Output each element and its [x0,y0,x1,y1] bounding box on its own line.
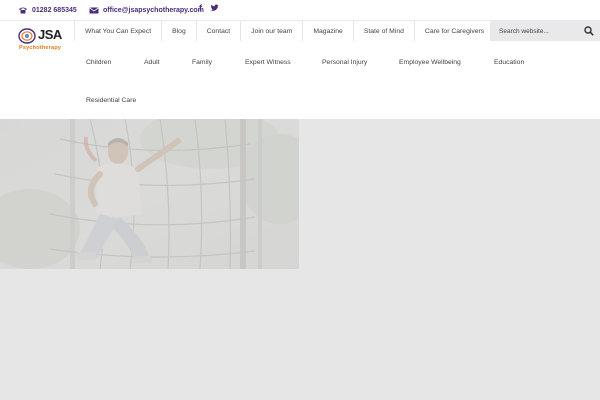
nav-adult[interactable]: Adult [144,59,160,66]
nav-family[interactable]: Family [192,59,212,66]
nav-join-our-team[interactable]: Join our team [240,21,302,41]
nav-magazine[interactable]: Magazine [302,21,352,41]
nav-what-you-can-expect[interactable]: What You Can Expect [74,21,161,41]
search-box [490,21,600,41]
logo-subtitle: Psychotherapy [19,45,62,51]
hero-image [0,119,299,269]
primary-nav: What You Can Expect Blog Contact Join ou… [74,21,496,41]
facebook-icon[interactable]: f [199,3,202,13]
nav-blog[interactable]: Blog [161,21,196,41]
nav-employee-wellbeing[interactable]: Employee Wellbeing [399,59,461,66]
search-icon [584,26,594,36]
child-climbing-photo [0,119,299,269]
envelope-icon [89,6,99,13]
top-contact-bar: 01282 685345 office@jsapsychotherapy.com… [0,0,600,21]
nav-contact[interactable]: Contact [195,21,240,41]
search-input[interactable] [490,21,578,41]
logo-text: JSA [38,27,62,42]
site-header: JSA Psychotherapy What You Can Expect Bl… [0,21,600,119]
twitter-bird-glyph [210,4,219,11]
nav-care-for-caregivers[interactable]: Care for Caregivers [413,21,496,41]
nav-residential-care[interactable]: Residential Care [86,97,136,104]
site-logo[interactable]: JSA Psychotherapy [18,27,68,53]
nav-expert-witness[interactable]: Expert Witness [245,59,291,66]
nav-personal-injury[interactable]: Personal Injury [322,59,367,66]
email-address: office@jsapsychotherapy.com [103,6,204,14]
search-button[interactable] [578,21,600,41]
logo-swirl-icon [18,28,36,44]
phone-contact[interactable]: 01282 685345 [18,0,77,20]
phone-number: 01282 685345 [32,6,77,14]
nav-education[interactable]: Education [494,59,524,66]
nav-children[interactable]: Children [86,59,111,66]
phone-icon [19,7,27,14]
nav-state-of-mind[interactable]: State of Mind [352,21,414,41]
twitter-icon[interactable] [210,4,219,14]
email-contact[interactable]: office@jsapsychotherapy.com [89,0,204,20]
